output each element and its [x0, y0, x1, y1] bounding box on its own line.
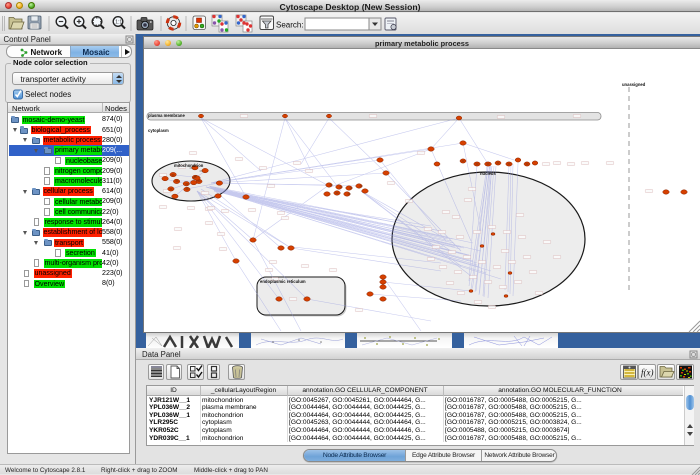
svg-text:nucleus: nucleus: [480, 171, 496, 176]
svg-text:endoplasmic reticulum: endoplasmic reticulum: [260, 279, 306, 284]
svg-text:cytoplasm: cytoplasm: [148, 128, 169, 133]
svg-text:f(x): f(x): [641, 368, 654, 378]
svg-text:mitochondrion: mitochondrion: [174, 163, 204, 168]
svg-text:Search:: Search:: [276, 20, 304, 29]
svg-text:unassigned: unassigned: [622, 82, 646, 87]
svg-text:plasma membrane: plasma membrane: [148, 113, 185, 118]
